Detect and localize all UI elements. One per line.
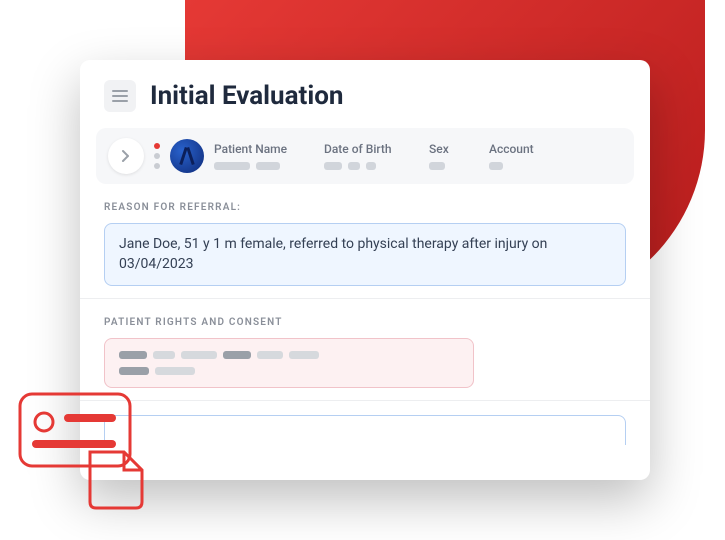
consent-box[interactable]: [104, 338, 474, 388]
hamburger-icon: [112, 90, 128, 102]
status-indicator: [154, 143, 160, 169]
field-label: Date of Birth: [324, 142, 419, 156]
referral-text-field[interactable]: Jane Doe, 51 y 1 m female, referred to p…: [104, 223, 626, 286]
section-heading: PATIENT RIGHTS AND CONSENT: [104, 317, 626, 328]
menu-button[interactable]: [104, 80, 136, 112]
chevron-right-icon: [121, 149, 131, 163]
field-label: Patient Name: [214, 142, 314, 156]
field-account: Account: [489, 142, 549, 170]
section-heading: REASON FOR REFERRAL:: [104, 202, 626, 213]
patient-avatar[interactable]: [170, 139, 204, 173]
field-label: Sex: [429, 142, 479, 156]
status-dot-active: [154, 143, 160, 149]
id-card-icon: [18, 392, 148, 512]
page-title: Initial Evaluation: [150, 81, 343, 111]
field-sex: Sex: [429, 142, 479, 170]
patient-summary-bar: Patient Name Date of Birth Sex Account: [96, 128, 634, 184]
field-label: Account: [489, 142, 549, 156]
section-consent: PATIENT RIGHTS AND CONSENT: [80, 299, 650, 401]
card-header: Initial Evaluation: [80, 60, 650, 128]
next-section-preview: [104, 415, 626, 445]
field-dob: Date of Birth: [324, 142, 419, 170]
field-patient-name: Patient Name: [214, 142, 314, 170]
section-referral: REASON FOR REFERRAL: Jane Doe, 51 y 1 m …: [80, 184, 650, 299]
status-dot: [154, 163, 160, 169]
expand-button[interactable]: [108, 138, 144, 174]
evaluation-card: Initial Evaluation Patient Name Date of …: [80, 60, 650, 480]
status-dot: [154, 153, 160, 159]
